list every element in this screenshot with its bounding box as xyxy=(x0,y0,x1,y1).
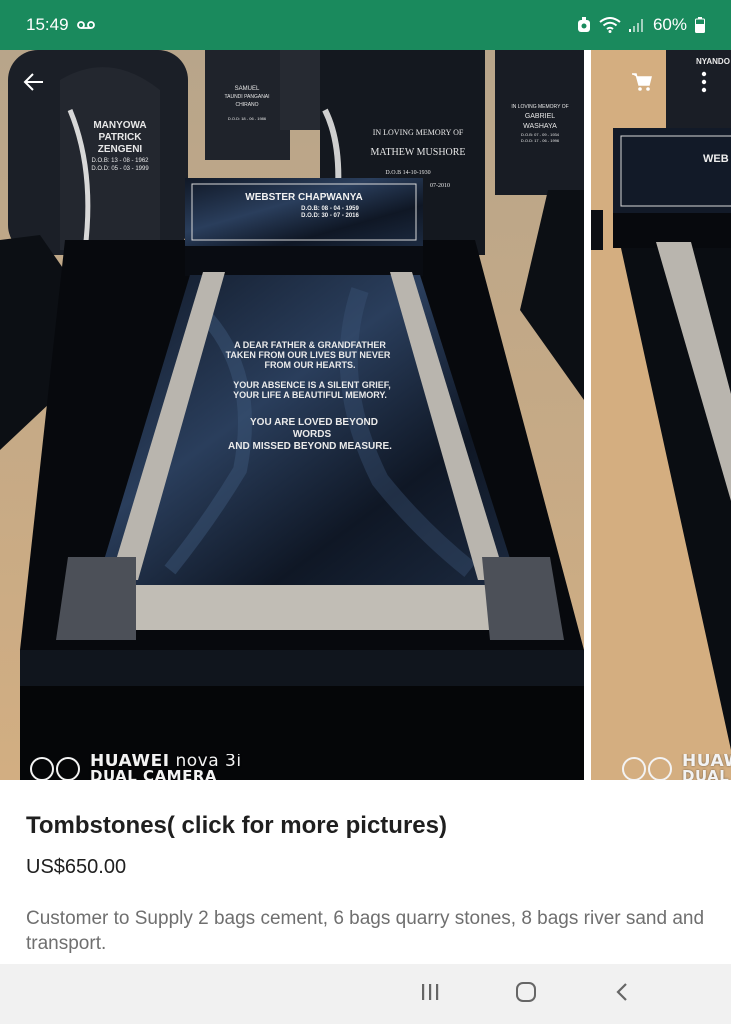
status-bar: 15:49 60% xyxy=(0,0,731,50)
svg-text:D.O.D: 17 - 06 - 1996: D.O.D: 17 - 06 - 1996 xyxy=(521,138,560,143)
svg-text:D.O.B 14-10-1930: D.O.B 14-10-1930 xyxy=(385,170,430,176)
headstone-dob: D.O.B: 08 - 04 - 1959 xyxy=(301,206,359,212)
epitaph-line: A DEAR FATHER & GRANDFATHER xyxy=(234,340,386,350)
svg-text:07-2010: 07-2010 xyxy=(430,183,450,189)
watermark-sub: DUAL CAMERA xyxy=(90,767,218,781)
product-photo-main[interactable]: MANYOWA PATRICK ZENGENI D.O.B: 13 - 08 -… xyxy=(0,50,584,780)
grey-rail-bottom xyxy=(130,585,490,630)
camera-watermark-next: HUAW DUAL xyxy=(620,754,731,780)
battery-percent: 60% xyxy=(652,15,687,34)
epitaph-line: YOUR ABSENCE IS A SILENT GRIEF, xyxy=(233,380,391,390)
main-headstone xyxy=(185,178,423,246)
voicemail-icon xyxy=(76,20,95,30)
product-info: Tombstones( click for more pictures) US$… xyxy=(0,780,731,964)
more-options-button[interactable] xyxy=(682,62,726,106)
epitaph-line: TAKEN FROM OUR LIVES BUT NEVER xyxy=(226,350,391,360)
back-button[interactable] xyxy=(12,62,56,106)
svg-text:TAUNDI PANGANAI: TAUNDI PANGANAI xyxy=(224,94,269,100)
svg-text:MANYOWA: MANYOWA xyxy=(93,120,146,131)
svg-text:GABRIEL: GABRIEL xyxy=(525,113,555,120)
svg-text:MATHEW MUSHORE: MATHEW MUSHORE xyxy=(370,147,465,158)
epitaph-line: YOUR LIFE A BEAUTIFUL MEMORY. xyxy=(233,390,387,400)
chevron-left-icon xyxy=(615,982,629,1007)
svg-text:IN LOVING MEMORY OF: IN LOVING MEMORY OF xyxy=(373,128,464,137)
system-nav-bar xyxy=(0,964,731,1024)
status-time: 15:49 xyxy=(26,15,69,34)
headstone-dod: D.O.D: 30 - 07 - 2016 xyxy=(301,213,359,219)
product-description: Customer to Supply 2 bags cement, 6 bags… xyxy=(26,908,705,954)
background-headstone xyxy=(280,50,325,130)
nav-back-button[interactable] xyxy=(597,974,647,1014)
corner-block-left xyxy=(56,557,136,640)
svg-text:ZENGENI: ZENGENI xyxy=(98,144,143,155)
home-icon xyxy=(515,981,537,1008)
epitaph-line: WORDS xyxy=(293,429,332,440)
svg-text:D.O.D: 05 - 03 - 1999: D.O.D: 05 - 03 - 1999 xyxy=(91,166,149,172)
alarm-icon xyxy=(577,17,591,33)
home-button[interactable] xyxy=(501,974,551,1014)
camera-watermark: HUAWEI nova 3i DUAL CAMERA xyxy=(28,754,242,780)
svg-text:D.O.B: 07 - 09 - 1934: D.O.B: 07 - 09 - 1934 xyxy=(521,132,560,137)
svg-text:CHIRANO: CHIRANO xyxy=(235,102,258,108)
epitaph-line: FROM OUR HEARTS. xyxy=(265,360,356,370)
svg-text:PATRICK: PATRICK xyxy=(99,132,143,143)
epitaph-line: AND MISSED BEYOND MEASURE. xyxy=(228,441,392,452)
corner-block-right xyxy=(482,557,564,640)
recents-icon xyxy=(420,983,440,1006)
svg-text:IN LOVING MEMORY OF: IN LOVING MEMORY OF xyxy=(511,104,568,110)
recents-button[interactable] xyxy=(405,974,455,1014)
watermark-sub-next: DUAL xyxy=(682,767,730,781)
more-vertical-icon xyxy=(701,71,707,98)
next-headstone xyxy=(613,128,731,213)
product-price: US$650.00 xyxy=(26,856,127,878)
product-photo-next[interactable]: NYANDO WEB xyxy=(591,50,731,780)
headstone-name: WEBSTER CHAPWANYA xyxy=(245,192,362,203)
cart-button[interactable] xyxy=(620,62,664,106)
wifi-icon xyxy=(599,17,621,33)
battery-icon xyxy=(695,17,705,33)
image-gallery[interactable]: MANYOWA PATRICK ZENGENI D.O.B: 13 - 08 -… xyxy=(0,50,731,780)
epitaph-line: YOU ARE LOVED BEYOND xyxy=(250,417,378,428)
signal-icon xyxy=(628,18,645,32)
status-left: 15:49 xyxy=(26,15,95,35)
arrow-left-icon xyxy=(23,71,45,98)
svg-text:WASHAYA: WASHAYA xyxy=(523,123,557,130)
camera-rings-icon xyxy=(620,756,674,780)
product-title[interactable]: Tombstones( click for more pictures) xyxy=(26,812,447,840)
svg-text:SAMUEL: SAMUEL xyxy=(235,86,260,92)
svg-text:D.O.B: 13 - 08 - 1962: D.O.B: 13 - 08 - 1962 xyxy=(91,158,149,164)
next-headstone-text: WEB xyxy=(703,153,729,165)
gallery-gap xyxy=(584,50,591,780)
camera-rings-icon xyxy=(28,756,82,780)
status-right: 60% xyxy=(577,15,705,35)
svg-text:D.O.D: 18 - 06 - 1986: D.O.D: 18 - 06 - 1986 xyxy=(228,116,267,121)
cart-icon xyxy=(631,71,653,98)
